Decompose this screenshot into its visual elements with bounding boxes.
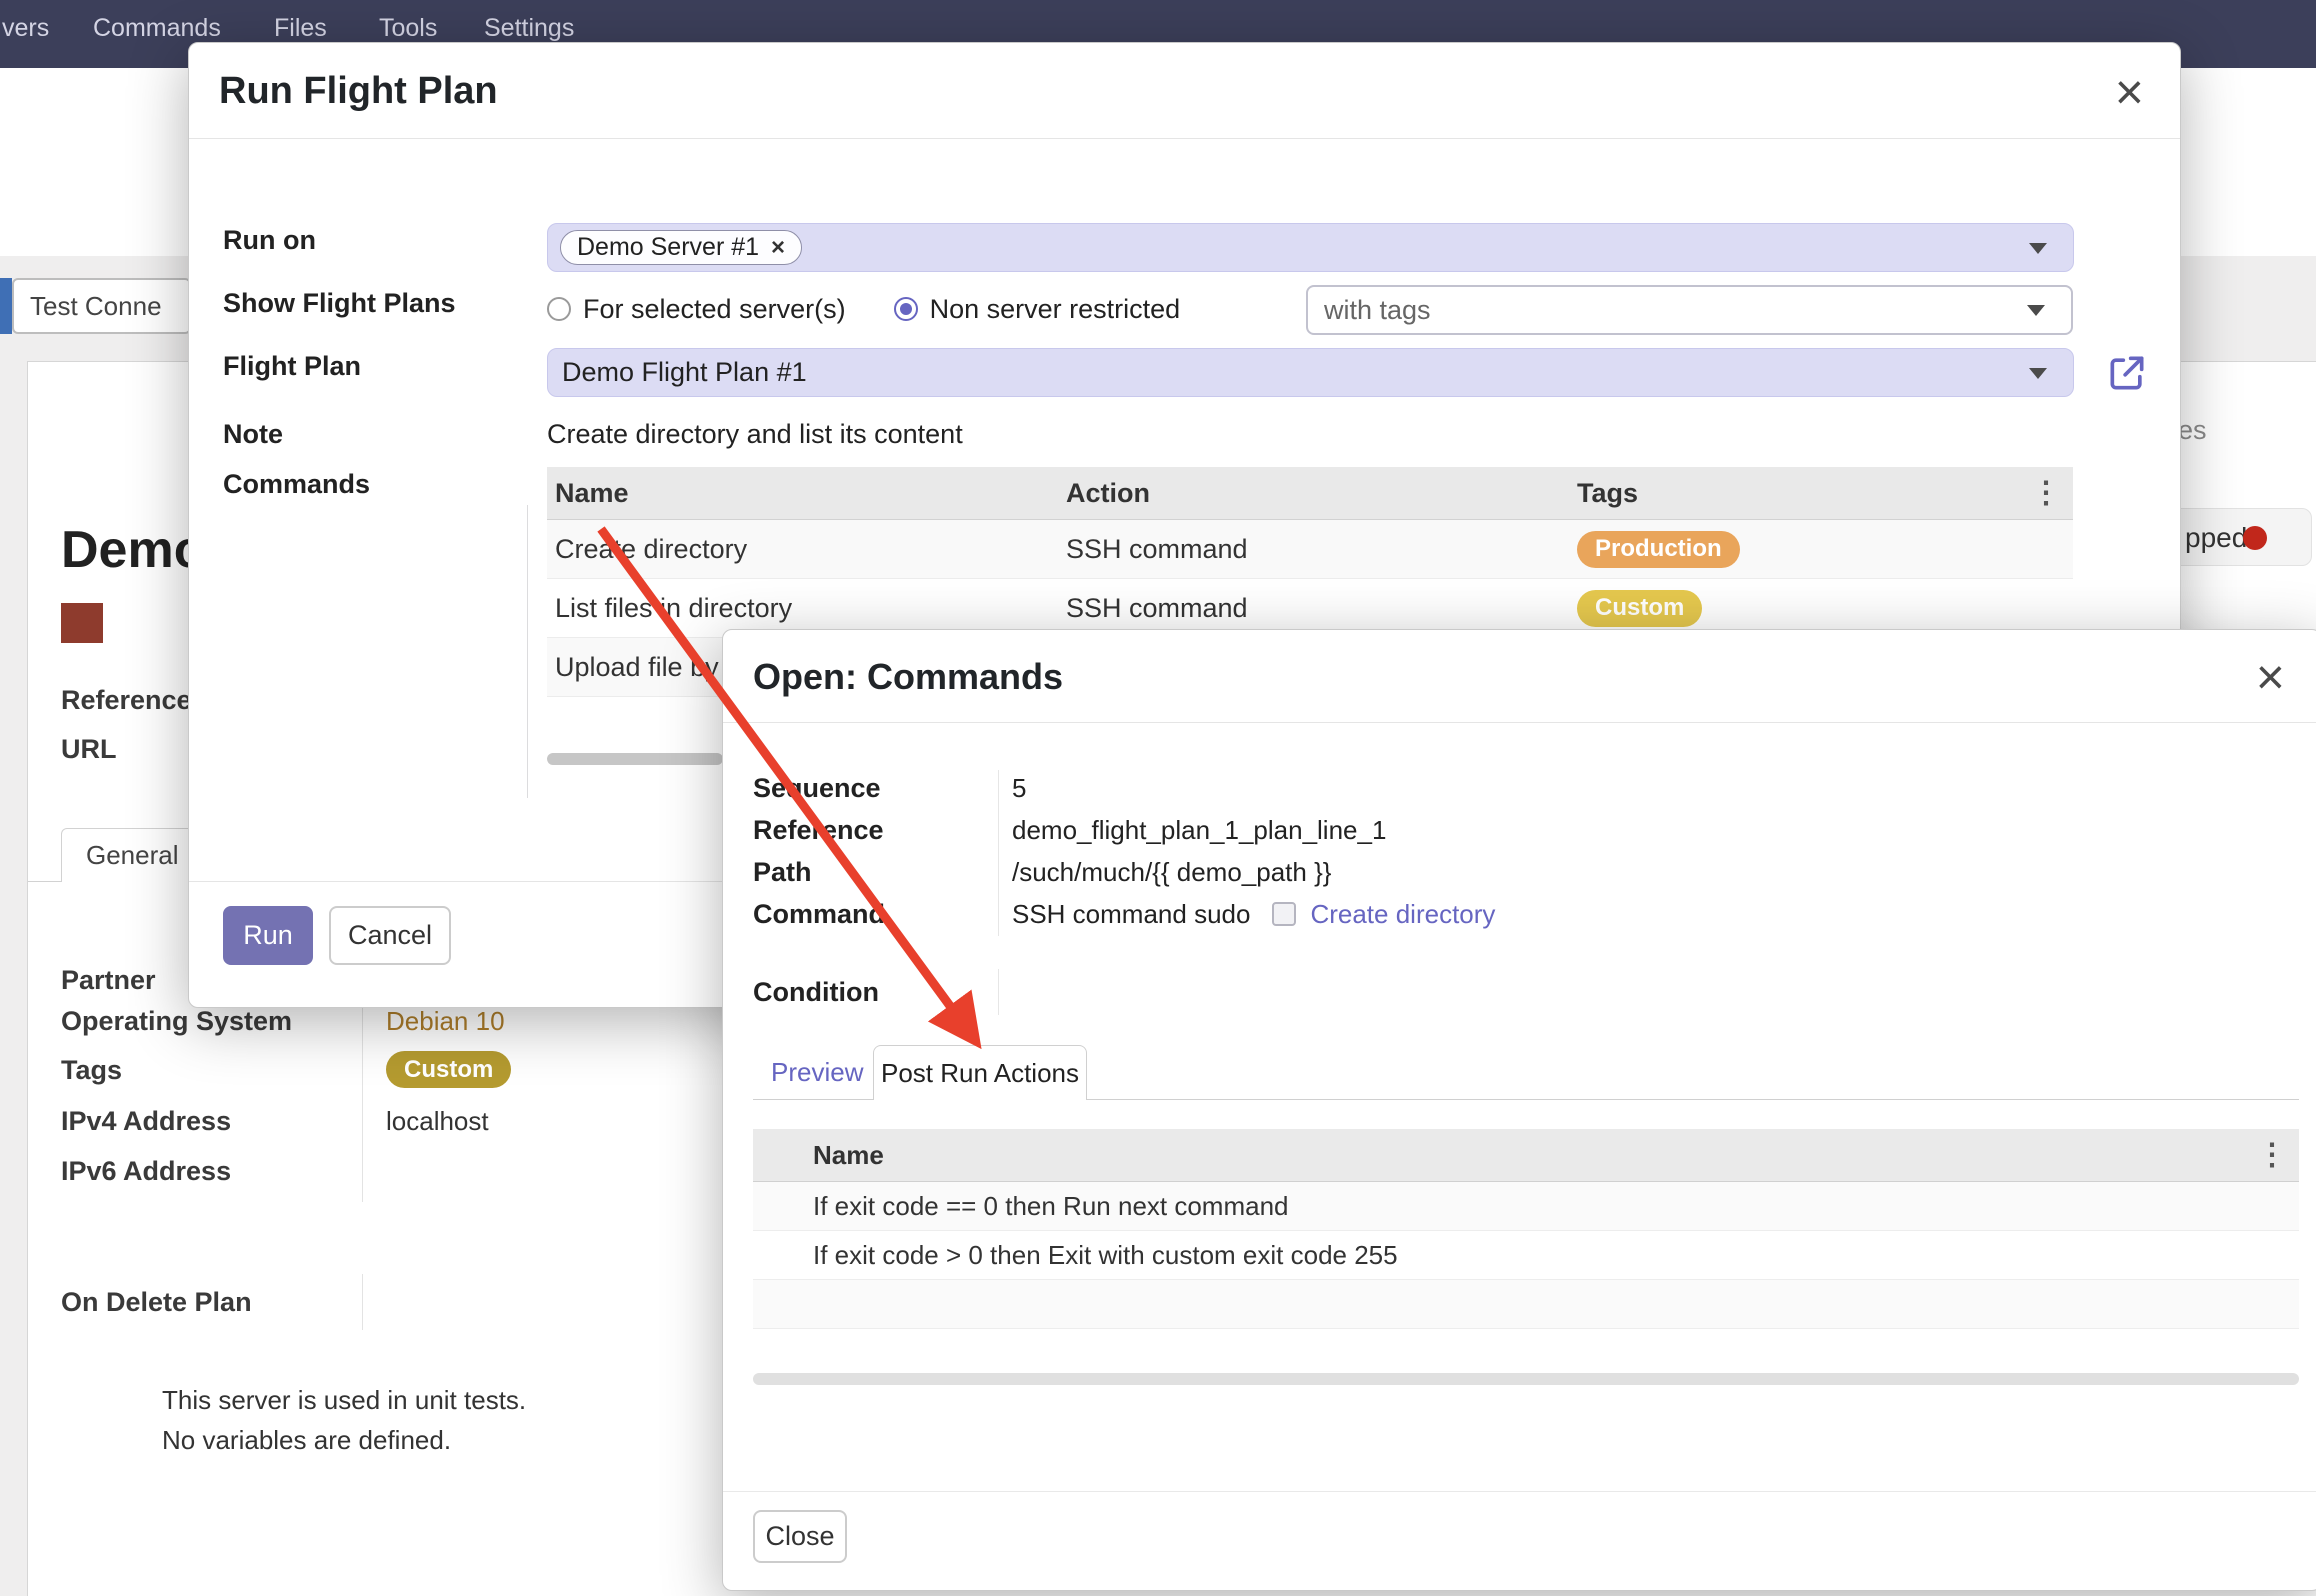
- radio-selected-servers-label: For selected server(s): [583, 294, 846, 325]
- test-connection-button[interactable]: Test Conne: [12, 278, 191, 334]
- server-scope-radio-group: For selected server(s) Non server restri…: [547, 289, 1180, 329]
- ipv6-label: IPv6 Address: [61, 1151, 231, 1191]
- screen: vers Commands Files Tools Settings Test …: [0, 0, 2316, 1596]
- command-value: SSH command sudo: [1012, 899, 1250, 930]
- flight-plan-value: Demo Flight Plan #1: [562, 357, 807, 388]
- table-row[interactable]: If exit code == 0 then Run next command: [753, 1182, 2299, 1231]
- col-name: Name: [547, 478, 1058, 509]
- tags-label: Tags: [61, 1050, 122, 1090]
- edit-button-partial[interactable]: [0, 278, 12, 334]
- dropdown-caret-icon[interactable]: [2029, 243, 2047, 254]
- row-action: SSH command: [1058, 534, 1569, 565]
- open-commands-modal: Open: Commands × Sequence 5 Reference de…: [722, 629, 2316, 1591]
- reference-label: Reference: [753, 809, 884, 851]
- close-icon[interactable]: ×: [2256, 652, 2285, 702]
- table-row[interactable]: Create directory SSH command Production: [547, 520, 2073, 579]
- menu-servers-partial[interactable]: vers: [2, 0, 49, 56]
- on-delete-plan-label: On Delete Plan: [61, 1282, 252, 1322]
- post-run-table-header: Name ⋮: [753, 1129, 2299, 1182]
- tab-post-run-actions[interactable]: Post Run Actions: [873, 1045, 1087, 1100]
- form-separator: [527, 505, 528, 798]
- path-label: Path: [753, 851, 812, 893]
- no-variables-note: No variables are defined.: [162, 1420, 451, 1460]
- tag-badge-custom: Custom: [1577, 590, 1702, 627]
- note-label: Note: [223, 414, 283, 454]
- command-value-row: SSH command sudo Create directory: [1012, 893, 1495, 935]
- server-title-partial: Demo: [61, 520, 205, 580]
- table-row-empty: [753, 1280, 2299, 1329]
- flight-plan-select[interactable]: Demo Flight Plan #1: [547, 348, 2074, 397]
- commands-table-header: Name Action Tags ⋮: [547, 467, 2073, 520]
- color-swatch[interactable]: [61, 603, 103, 643]
- reference-value: demo_flight_plan_1_plan_line_1: [1012, 809, 1386, 851]
- row-name: Create directory: [547, 534, 1058, 565]
- horizontal-scrollbar[interactable]: [547, 753, 723, 765]
- run-on-label: Run on: [223, 220, 316, 260]
- commands-modal-header: Open: Commands ×: [723, 630, 2316, 723]
- url-label: URL: [61, 729, 117, 769]
- tag-badge-production: Production: [1577, 531, 1740, 568]
- column-options-icon[interactable]: ⋮: [2257, 1138, 2287, 1173]
- server-tag-label: Demo Server #1: [577, 233, 759, 262]
- with-tags-select[interactable]: with tags: [1306, 285, 2073, 335]
- path-value: /such/much/{{ demo_path }}: [1012, 851, 1331, 893]
- condition-separator: [998, 969, 999, 1015]
- horizontal-scrollbar[interactable]: [753, 1373, 2299, 1385]
- unit-test-note: This server is used in unit tests.: [162, 1380, 526, 1420]
- condition-label: Condition: [753, 971, 879, 1013]
- run-on-field[interactable]: Demo Server #1 ×: [547, 223, 2074, 272]
- col-action: Action: [1058, 478, 1569, 509]
- cancel-button[interactable]: Cancel: [329, 906, 451, 965]
- column-options-icon[interactable]: ⋮: [2031, 476, 2061, 511]
- remove-tag-icon[interactable]: ×: [771, 236, 785, 260]
- close-button[interactable]: Close: [753, 1510, 847, 1563]
- commands-modal-title: Open: Commands: [753, 630, 1063, 723]
- with-tags-value: with tags: [1324, 295, 1431, 326]
- commands-label: Commands: [223, 464, 370, 504]
- modal-footer-divider: [723, 1491, 2316, 1492]
- close-icon[interactable]: ×: [2115, 67, 2144, 117]
- sequence-label: Sequence: [753, 767, 881, 809]
- ipv4-label: IPv4 Address: [61, 1101, 231, 1141]
- run-modal-header: Run Flight Plan ×: [189, 43, 2180, 139]
- table-row[interactable]: If exit code > 0 then Exit with custom e…: [753, 1231, 2299, 1280]
- row-name: If exit code == 0 then Run next command: [813, 1191, 2299, 1222]
- row-name: If exit code > 0 then Exit with custom e…: [813, 1240, 2299, 1271]
- radio-selected-servers[interactable]: [547, 297, 571, 321]
- tab-preview[interactable]: Preview: [771, 1046, 863, 1098]
- create-directory-link[interactable]: Create directory: [1310, 899, 1495, 930]
- run-button[interactable]: Run: [223, 906, 313, 965]
- dropdown-caret-icon[interactable]: [2027, 305, 2045, 316]
- sequence-value: 5: [1012, 767, 1026, 809]
- command-label: Command: [753, 893, 885, 935]
- col-tags: Tags: [1569, 478, 2073, 509]
- dropdown-caret-icon[interactable]: [2029, 368, 2047, 379]
- col-name: Name: [813, 1140, 2299, 1171]
- external-link-icon[interactable]: [2105, 351, 2149, 395]
- right-text-partial: es: [2178, 412, 2207, 448]
- row-action: SSH command: [1058, 593, 1569, 624]
- status-red-dot-icon: [2243, 526, 2267, 550]
- tag-badge-custom: Custom: [386, 1051, 511, 1088]
- radio-non-server-restricted[interactable]: [894, 297, 918, 321]
- post-run-actions-table: Name ⋮ If exit code == 0 then Run next c…: [753, 1129, 2299, 1329]
- show-flight-plans-label: Show Flight Plans: [223, 283, 456, 323]
- reference-label: Reference: [61, 680, 192, 720]
- server-tag-chip: Demo Server #1 ×: [560, 230, 802, 265]
- row-name: List files in directory: [547, 593, 1058, 624]
- form-divider-2: [362, 1274, 363, 1330]
- partner-label: Partner: [61, 960, 156, 1000]
- flight-plan-label: Flight Plan: [223, 346, 361, 386]
- status-text-partial: pped: [2185, 509, 2247, 567]
- plan-note-value: Create directory and list its content: [547, 414, 963, 454]
- run-modal-title: Run Flight Plan: [219, 43, 498, 139]
- command-checkbox[interactable]: [1272, 902, 1296, 926]
- field-separator: [998, 770, 999, 936]
- ipv4-value: localhost: [386, 1101, 489, 1141]
- radio-non-server-restricted-label: Non server restricted: [930, 294, 1181, 325]
